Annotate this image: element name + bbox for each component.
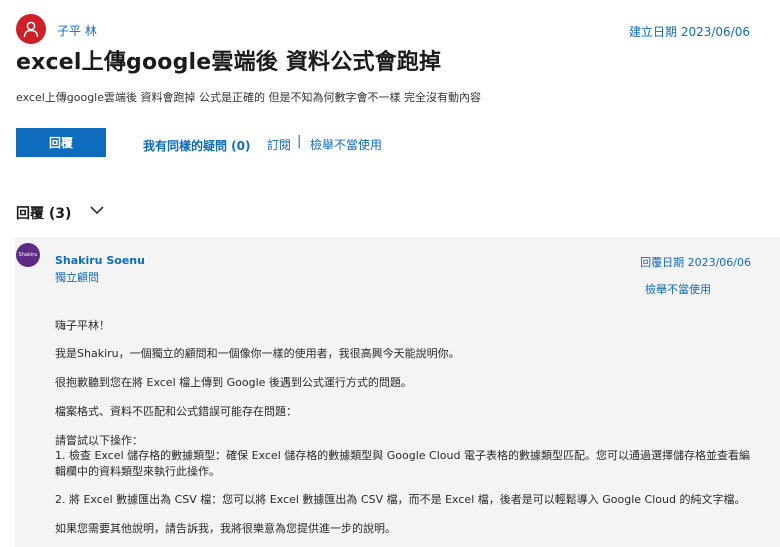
reply-author-role: 獨立顧問 bbox=[55, 271, 99, 284]
person-icon bbox=[23, 21, 39, 38]
question-body: excel上傳google雲端後 資料會跑掉 公式是正確的 但是不知為何數字會不… bbox=[16, 91, 481, 104]
reply-date: 回覆日期 2023/06/06 bbox=[640, 256, 751, 269]
page-title: excel上傳google雲端後 資料公式會跑掉 bbox=[16, 50, 442, 75]
reply-step-1: 1. 檢查 Excel 儲存格的數據類型：確保 Excel 儲存格的數據類型與 … bbox=[55, 449, 750, 478]
question-created-date: 建立日期 2023/06/06 bbox=[629, 25, 750, 39]
reply-paragraph: 請嘗試以下操作： bbox=[55, 434, 143, 447]
report-abuse-link[interactable]: 檢舉不當使用 bbox=[310, 136, 382, 153]
same-question-button[interactable]: 我有同樣的疑問 (0) bbox=[143, 137, 251, 154]
reply-author-avatar[interactable]: Shakiru bbox=[16, 243, 40, 267]
subscribe-link[interactable]: 訂閱 bbox=[267, 136, 291, 153]
reply-button[interactable]: 回覆 bbox=[16, 128, 106, 157]
reply-greeting: 嗨子平林！ bbox=[55, 319, 110, 332]
author-avatar[interactable] bbox=[16, 14, 46, 44]
reply-report-link[interactable]: 檢舉不當使用 bbox=[645, 281, 711, 297]
reply-closing: 如果您需要其他說明，請告訴我，我將很樂意為您提供進一步的說明。 bbox=[55, 522, 396, 535]
chevron-down-icon[interactable] bbox=[89, 203, 105, 217]
reply-author[interactable]: Shakiru Soenu bbox=[55, 254, 145, 267]
question-author[interactable]: 子平 林 bbox=[57, 22, 97, 39]
replies-header: 回覆 (3) bbox=[16, 206, 72, 222]
reply-paragraph: 檔案格式、資料不匹配和公式錯誤可能存在問題： bbox=[55, 405, 297, 418]
reply-paragraph: 很抱歉聽到您在將 Excel 檔上傳到 Google 後遇到公式運行方式的問題。 bbox=[55, 376, 412, 389]
action-separator: | bbox=[297, 134, 302, 149]
reply-paragraph: 我是Shakiru，一個獨立的顧問和一個像你一樣的使用者，我很高興今天能說明你。 bbox=[55, 347, 460, 360]
reply-step-2: 2. 將 Excel 數據匯出為 CSV 檔：您可以將 Excel 數據匯出為 … bbox=[55, 493, 746, 506]
